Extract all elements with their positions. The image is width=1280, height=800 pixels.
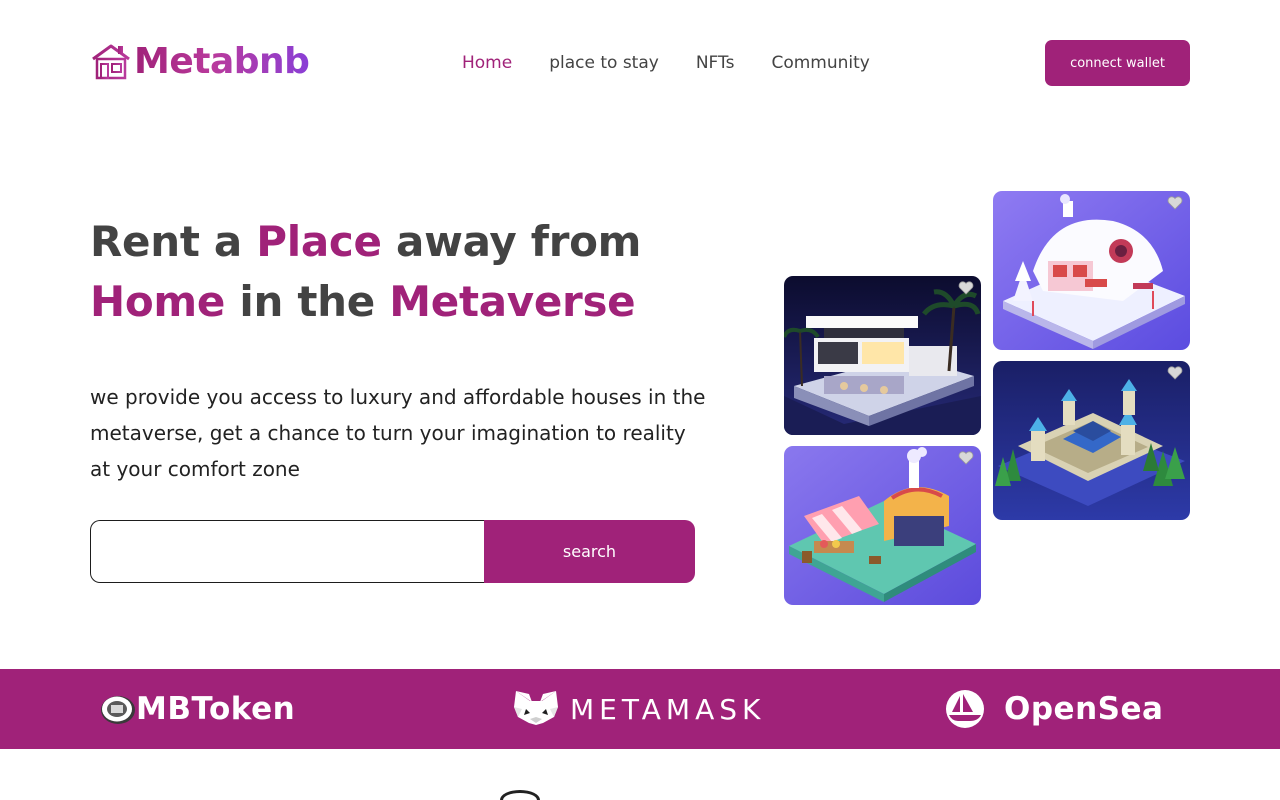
modern-villa-image xyxy=(784,276,981,435)
gallery-tile-market-stall[interactable] xyxy=(784,446,981,605)
gallery-tile-modern-villa[interactable] xyxy=(784,276,981,435)
snow-cottage-image xyxy=(993,191,1190,350)
house-icon xyxy=(92,44,130,81)
gallery-tile-snow-cottage[interactable] xyxy=(993,191,1190,350)
gallery-tile-castle[interactable] xyxy=(993,361,1190,520)
hero-title: Rent a Place away from Home in the Metave… xyxy=(90,212,710,332)
partner-mbtoken-label: MBToken xyxy=(136,691,296,727)
heart-icon[interactable] xyxy=(958,451,974,465)
nav-link-community[interactable]: Community xyxy=(771,50,869,76)
nav-link-place-to-stay[interactable]: place to stay xyxy=(549,50,659,76)
partner-opensea[interactable]: OpenSea xyxy=(940,669,1163,749)
market-stall-image xyxy=(784,446,981,605)
castle-image xyxy=(993,361,1190,520)
partners-strip: MBToken METAMASK OpenSea xyxy=(0,669,1280,749)
brand-logo[interactable]: Metabnb xyxy=(90,40,310,84)
navbar: Metabnb Home place to stay NFTs Communit… xyxy=(0,0,1280,126)
hero-title-part: Rent a xyxy=(90,217,257,266)
metamask-fox-icon xyxy=(514,691,558,725)
nav-links: Home place to stay NFTs Community xyxy=(462,50,870,76)
nav-link-nfts[interactable]: NFTs xyxy=(696,50,735,76)
opensea-boat-icon xyxy=(946,690,984,728)
heart-icon[interactable] xyxy=(1167,366,1183,380)
brand-name: Metabnb xyxy=(134,41,310,82)
search-bar: search xyxy=(90,520,695,583)
hero-title-accent-metaverse: Metaverse xyxy=(389,277,636,326)
search-button[interactable]: search xyxy=(484,520,695,583)
next-section-peek xyxy=(500,790,540,800)
partner-metamask-label: METAMASK xyxy=(570,692,766,726)
search-input[interactable] xyxy=(90,520,484,583)
partner-opensea-label: OpenSea xyxy=(1004,691,1164,727)
mbtoken-coin-icon xyxy=(101,696,135,724)
hero-description: we provide you access to luxury and affo… xyxy=(90,385,706,481)
nav-link-home[interactable]: Home xyxy=(462,50,512,76)
hero-title-part: in the xyxy=(225,277,390,326)
hero-title-accent-home: Home xyxy=(90,277,226,326)
hero-title-accent-place: Place xyxy=(256,217,382,266)
connect-wallet-button[interactable]: connect wallet xyxy=(1045,40,1190,86)
heart-icon[interactable] xyxy=(958,281,974,295)
partner-metamask[interactable]: METAMASK xyxy=(512,669,765,749)
hero-title-part: away from xyxy=(381,217,642,266)
heart-icon[interactable] xyxy=(1167,196,1183,210)
partner-mbtoken[interactable]: MBToken xyxy=(98,669,295,749)
